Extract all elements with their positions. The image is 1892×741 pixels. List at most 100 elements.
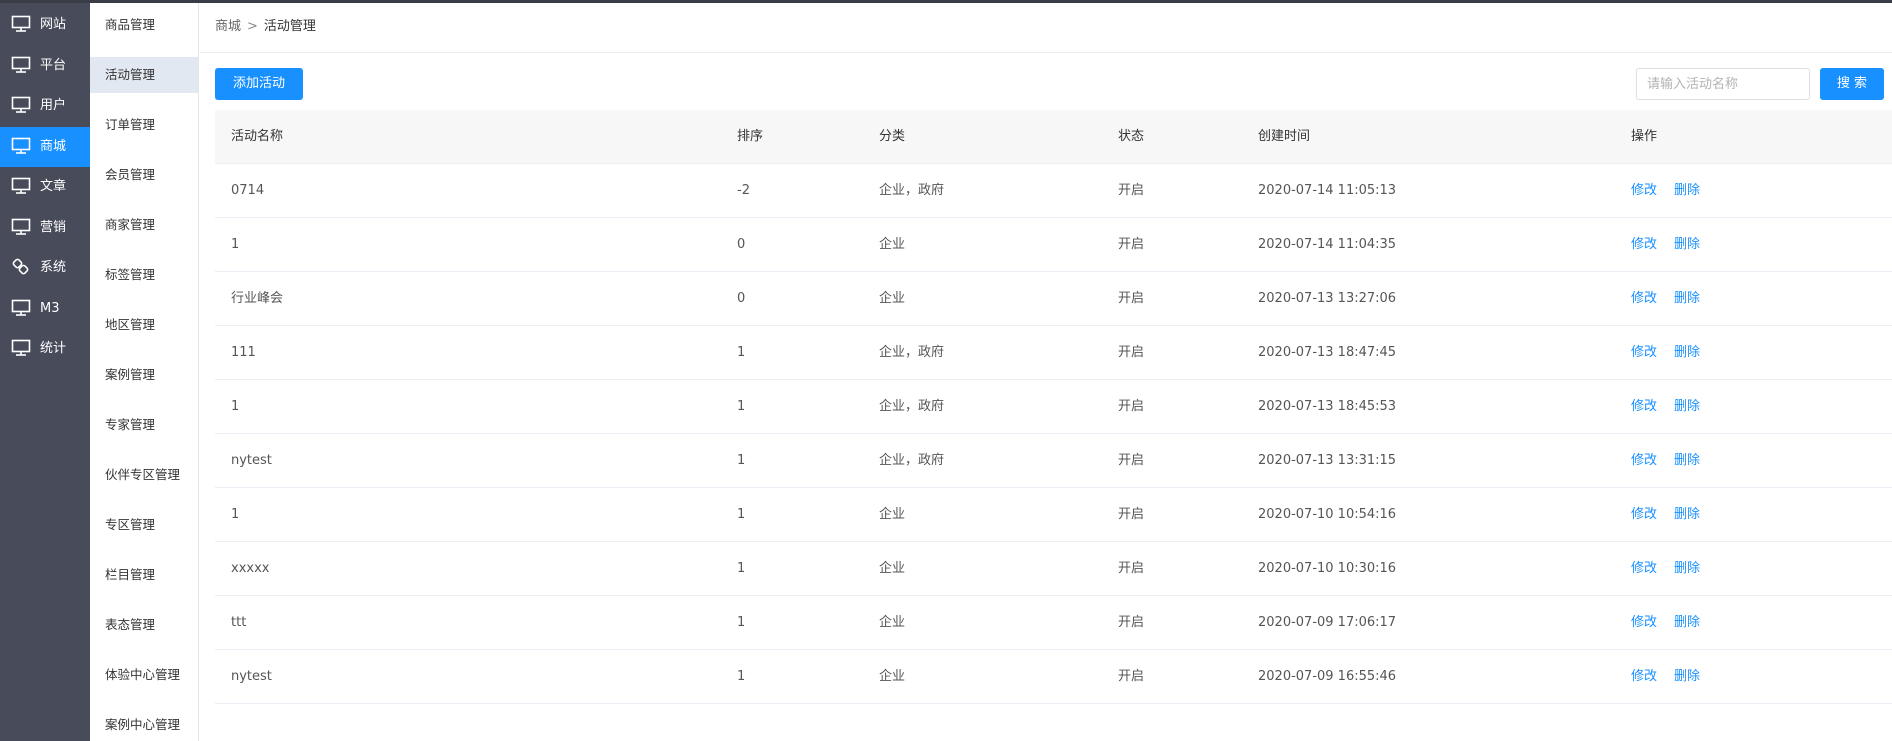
cell-created: 2020-07-09 16:55:46 (1258, 669, 1397, 684)
monitor-icon (11, 177, 31, 195)
cell-status: 开启 (1118, 507, 1145, 522)
header-ops: 操作 (1631, 129, 1658, 144)
delete-link[interactable]: 删除 (1674, 399, 1700, 414)
primary-nav-item[interactable]: 统计 (0, 329, 90, 369)
cell-name: 行业峰会 (231, 291, 284, 306)
cell-name: xxxxx (231, 561, 270, 576)
cell-sort: 1 (737, 561, 746, 576)
search-button[interactable]: 搜 索 (1820, 68, 1884, 100)
delete-link[interactable]: 删除 (1674, 345, 1700, 360)
cell-ops: 修改 删除 (1631, 650, 1717, 704)
add-activity-button[interactable]: 添加活动 (215, 68, 303, 100)
cell-ops: 修改 删除 (1631, 488, 1717, 542)
edit-link[interactable]: 修改 (1631, 561, 1657, 576)
cell-ops: 修改 删除 (1631, 434, 1717, 488)
edit-link[interactable]: 修改 (1631, 453, 1657, 468)
delete-link[interactable]: 删除 (1674, 453, 1700, 468)
primary-nav-label: 用户 (40, 98, 67, 113)
delete-link[interactable]: 删除 (1674, 669, 1700, 684)
edit-link[interactable]: 修改 (1631, 183, 1657, 198)
delete-link[interactable]: 删除 (1674, 237, 1700, 252)
cell-status: 开启 (1118, 237, 1145, 252)
cell-created: 2020-07-14 11:04:35 (1258, 237, 1397, 252)
edit-link[interactable]: 修改 (1631, 291, 1657, 306)
primary-nav-label: 网站 (40, 17, 67, 32)
activity-search-input[interactable] (1636, 68, 1810, 100)
cell-name: nytest (231, 453, 272, 468)
primary-nav-item[interactable]: 文章 (0, 167, 90, 207)
secondary-nav-item[interactable]: 活动管理 (90, 57, 198, 93)
edit-link[interactable]: 修改 (1631, 507, 1657, 522)
header-name: 活动名称 (231, 129, 284, 144)
primary-nav-item[interactable]: 平台 (0, 46, 90, 86)
table-row: 行业峰会 0 企业 开启 2020-07-13 13:27:06 修改 删除 (215, 272, 1892, 326)
cell-ops: 修改 删除 (1631, 596, 1717, 650)
cell-category: 企业 (879, 669, 906, 684)
cell-sort: 1 (737, 453, 746, 468)
cell-status: 开启 (1118, 561, 1145, 576)
cell-sort: -2 (737, 183, 750, 198)
primary-nav-item[interactable]: 商城 (0, 126, 90, 167)
monitor-icon (11, 339, 31, 357)
secondary-nav-item[interactable]: 商品管理 (90, 7, 198, 43)
secondary-nav-item[interactable]: 伙伴专区管理 (90, 457, 198, 493)
cell-ops: 修改 删除 (1631, 542, 1717, 596)
edit-link[interactable]: 修改 (1631, 237, 1657, 252)
cell-sort: 1 (737, 345, 746, 360)
cell-ops: 修改 删除 (1631, 272, 1717, 326)
secondary-nav-item[interactable]: 标签管理 (90, 257, 198, 293)
cell-status: 开启 (1118, 453, 1145, 468)
delete-link[interactable]: 删除 (1674, 507, 1700, 522)
header-sort: 排序 (737, 129, 764, 144)
table-row: nytest 1 企业 开启 2020-07-09 16:55:46 修改 删除 (215, 650, 1892, 704)
primary-nav-label: 统计 (40, 341, 67, 356)
primary-nav-item[interactable]: M3 (0, 289, 90, 329)
secondary-nav-item[interactable]: 专区管理 (90, 507, 198, 543)
table-row: 1 0 企业 开启 2020-07-14 11:04:35 修改 删除 (215, 218, 1892, 272)
secondary-nav-item[interactable]: 地区管理 (90, 307, 198, 343)
breadcrumb: 商城 > 活动管理 (215, 17, 316, 37)
cell-name: 111 (231, 345, 256, 360)
delete-link[interactable]: 删除 (1674, 291, 1700, 306)
edit-link[interactable]: 修改 (1631, 669, 1657, 684)
cell-category: 企业，政府 (879, 399, 945, 414)
primary-nav-item[interactable]: 系统 (0, 248, 90, 288)
cell-name: 1 (231, 399, 240, 414)
secondary-nav-item[interactable]: 专家管理 (90, 407, 198, 443)
secondary-nav-item[interactable]: 订单管理 (90, 107, 198, 143)
secondary-nav-item[interactable]: 体验中心管理 (90, 657, 198, 693)
cell-status: 开启 (1118, 615, 1145, 630)
primary-sidebar: 网站平台用户商城文章 营销系统 M3 统计 (0, 3, 90, 741)
edit-link[interactable]: 修改 (1631, 345, 1657, 360)
cell-sort: 1 (737, 669, 746, 684)
primary-nav-item[interactable]: 营销 (0, 208, 90, 248)
cell-category: 企业 (879, 561, 906, 576)
delete-link[interactable]: 删除 (1674, 615, 1700, 630)
secondary-nav-item[interactable]: 栏目管理 (90, 557, 198, 593)
header-category: 分类 (879, 129, 906, 144)
cell-created: 2020-07-10 10:54:16 (1258, 507, 1397, 522)
delete-link[interactable]: 删除 (1674, 561, 1700, 576)
delete-link[interactable]: 删除 (1674, 183, 1700, 198)
table-row: nytest 1 企业，政府 开启 2020-07-13 13:31:15 修改 删除 (215, 434, 1892, 488)
secondary-nav-item[interactable]: 商家管理 (90, 207, 198, 243)
secondary-nav-item[interactable]: 案例管理 (90, 357, 198, 393)
secondary-nav-item[interactable]: 会员管理 (90, 157, 198, 193)
primary-nav-label: 系统 (40, 260, 67, 275)
secondary-nav-item[interactable]: 表态管理 (90, 607, 198, 643)
breadcrumb-root[interactable]: 商城 (215, 19, 241, 34)
primary-nav-item[interactable]: 用户 (0, 86, 90, 126)
edit-link[interactable]: 修改 (1631, 615, 1657, 630)
edit-link[interactable]: 修改 (1631, 399, 1657, 414)
cell-sort: 1 (737, 615, 746, 630)
cell-created: 2020-07-13 18:45:53 (1258, 399, 1397, 414)
table-header: 活动名称 排序 分类 状态 创建时间 操作 (215, 110, 1892, 164)
cell-category: 企业 (879, 507, 906, 522)
primary-nav-item[interactable]: 网站 (0, 5, 90, 45)
main-content: 商城 > 活动管理 添加活动 搜 索 活动名称 排序 分类 状态 创建时间 操作 0… (200, 3, 1892, 741)
cell-name: 1 (231, 507, 240, 522)
primary-nav-label: 商城 (40, 138, 67, 154)
monitor-icon (11, 15, 31, 33)
link-icon (11, 258, 31, 276)
secondary-nav-item[interactable]: 案例中心管理 (90, 707, 198, 741)
